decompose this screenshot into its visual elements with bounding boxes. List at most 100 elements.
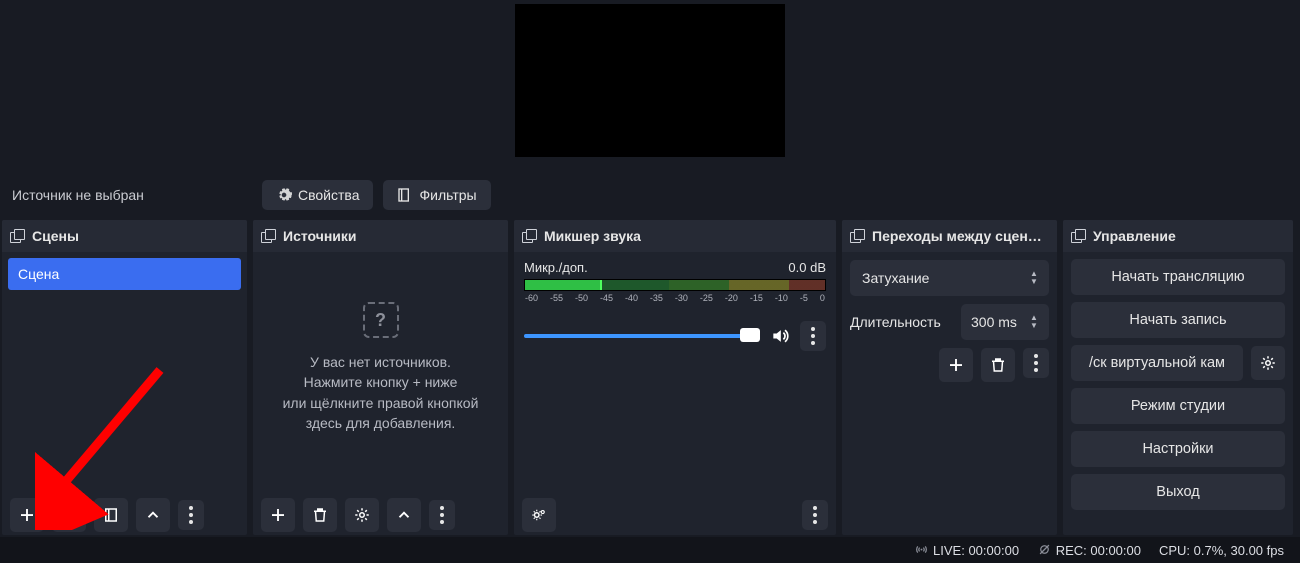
updown-icon: ▲▼ bbox=[1025, 270, 1043, 286]
empty-line: здесь для добавления. bbox=[271, 413, 490, 433]
preview-canvas[interactable] bbox=[515, 4, 785, 157]
record-status: REC: 00:00:00 bbox=[1037, 542, 1141, 558]
exit-button[interactable]: Выход bbox=[1071, 474, 1285, 510]
scenes-panel: Сцены Сцена bbox=[2, 220, 247, 535]
virtual-cam-settings-button[interactable] bbox=[1251, 346, 1285, 380]
mixer-panel: Микшер звука Микр./доп. 0.0 dB -60-55-50… bbox=[514, 220, 836, 535]
source-status-label: Источник не выбран bbox=[12, 187, 252, 203]
scenes-menu-button[interactable] bbox=[178, 500, 204, 530]
rec-time: 00:00:00 bbox=[1090, 543, 1141, 558]
empty-line: Нажмите кнопку + ниже bbox=[271, 372, 490, 392]
chevron-up-icon bbox=[144, 506, 162, 524]
gear-icon bbox=[276, 187, 292, 203]
gear-icon bbox=[1259, 354, 1277, 372]
mixer-channel: Микр./доп. 0.0 dB -60-55-50-45-40-35-30-… bbox=[514, 252, 836, 351]
scene-up-button[interactable] bbox=[136, 498, 170, 532]
duration-input[interactable]: 300 ms ▲▼ bbox=[961, 304, 1049, 340]
sources-header[interactable]: Источники bbox=[253, 220, 508, 252]
transitions-menu-button[interactable] bbox=[1023, 348, 1049, 378]
mixer-title: Микшер звука bbox=[544, 228, 641, 244]
start-stream-button[interactable]: Начать трансляцию bbox=[1071, 259, 1285, 295]
source-properties-button[interactable] bbox=[345, 498, 379, 532]
transitions-title: Переходы между сцена… bbox=[872, 228, 1049, 244]
channel-menu-button[interactable] bbox=[800, 321, 826, 351]
scenes-title: Сцены bbox=[32, 228, 79, 244]
virtual-cam-button[interactable]: /ск виртуальной кам bbox=[1071, 345, 1243, 381]
add-transition-button[interactable] bbox=[939, 348, 973, 382]
chevron-up-icon bbox=[395, 506, 413, 524]
sources-menu-button[interactable] bbox=[429, 500, 455, 530]
live-label: LIVE: bbox=[933, 543, 965, 558]
sources-empty-state: ? У вас нет источников. Нажмите кнопку +… bbox=[253, 302, 508, 433]
meter-ticks: -60-55-50-45-40-35-30-25-20-15-10-50 bbox=[524, 293, 826, 305]
volume-meter bbox=[524, 279, 826, 291]
remove-source-button[interactable] bbox=[303, 498, 337, 532]
filters-icon bbox=[397, 187, 413, 203]
dock-icon bbox=[850, 229, 864, 243]
add-scene-button[interactable] bbox=[10, 498, 44, 532]
dock-icon bbox=[261, 229, 275, 243]
rec-label: REC: bbox=[1056, 543, 1087, 558]
settings-button[interactable]: Настройки bbox=[1071, 431, 1285, 467]
dock-icon bbox=[522, 229, 536, 243]
updown-icon: ▲▼ bbox=[1025, 314, 1043, 330]
slider-thumb[interactable] bbox=[740, 328, 760, 342]
empty-line: или щёлкните правой кнопкой bbox=[271, 393, 490, 413]
plus-icon bbox=[947, 356, 965, 374]
remove-scene-button[interactable] bbox=[52, 498, 86, 532]
trash-icon bbox=[989, 356, 1007, 374]
trash-icon bbox=[60, 506, 78, 524]
transition-select[interactable]: Затухание ▲▼ bbox=[850, 260, 1049, 296]
duration-value: 300 ms bbox=[971, 314, 1017, 330]
mixer-header[interactable]: Микшер звука bbox=[514, 220, 836, 252]
trash-icon bbox=[311, 506, 329, 524]
volume-slider[interactable] bbox=[524, 334, 760, 338]
gear-icon bbox=[353, 506, 371, 524]
live-time: 00:00:00 bbox=[968, 543, 1019, 558]
question-icon: ? bbox=[363, 302, 399, 338]
channel-db: 0.0 dB bbox=[788, 260, 826, 275]
controls-title: Управление bbox=[1093, 228, 1176, 244]
dock-icon bbox=[1071, 229, 1085, 243]
scenes-header[interactable]: Сцены bbox=[2, 220, 247, 252]
scenes-footer bbox=[2, 495, 247, 535]
filters-label: Фильтры bbox=[419, 187, 476, 203]
stream-status: LIVE: 00:00:00 bbox=[914, 542, 1019, 558]
transitions-header[interactable]: Переходы между сцена… bbox=[842, 220, 1057, 252]
mixer-settings-button[interactable] bbox=[522, 498, 556, 532]
mixer-menu-button[interactable] bbox=[802, 500, 828, 530]
sources-panel: Источники ? У вас нет источников. Нажмит… bbox=[253, 220, 508, 535]
studio-mode-button[interactable]: Режим студии bbox=[1071, 388, 1285, 424]
scene-filter-button[interactable] bbox=[94, 498, 128, 532]
panels-row: Сцены Сцена Источники bbox=[0, 220, 1300, 535]
status-bar: LIVE: 00:00:00 REC: 00:00:00 CPU: 0.7%, … bbox=[0, 537, 1300, 563]
transitions-panel: Переходы между сцена… Затухание ▲▼ Длите… bbox=[842, 220, 1057, 535]
dock-icon bbox=[10, 229, 24, 243]
properties-button[interactable]: Свойства bbox=[262, 180, 373, 210]
cpu-status: CPU: 0.7%, 30.00 fps bbox=[1159, 543, 1284, 558]
plus-icon bbox=[18, 506, 36, 524]
source-toolbar: Источник не выбран Свойства Фильтры bbox=[0, 170, 1300, 220]
properties-label: Свойства bbox=[298, 187, 359, 203]
channel-name: Микр./доп. bbox=[524, 260, 588, 275]
remove-transition-button[interactable] bbox=[981, 348, 1015, 382]
gear-advanced-icon bbox=[530, 506, 548, 524]
broadcast-icon bbox=[914, 542, 929, 557]
empty-line: У вас нет источников. bbox=[271, 352, 490, 372]
speaker-icon[interactable] bbox=[770, 326, 790, 346]
sources-body[interactable]: ? У вас нет источников. Нажмите кнопку +… bbox=[253, 252, 508, 495]
source-up-button[interactable] bbox=[387, 498, 421, 532]
filters-button[interactable]: Фильтры bbox=[383, 180, 490, 210]
add-source-button[interactable] bbox=[261, 498, 295, 532]
record-disabled-icon bbox=[1037, 542, 1052, 557]
mixer-footer bbox=[514, 495, 836, 535]
start-record-button[interactable]: Начать запись bbox=[1071, 302, 1285, 338]
sources-footer bbox=[253, 495, 508, 535]
transition-selected: Затухание bbox=[862, 270, 929, 286]
controls-header[interactable]: Управление bbox=[1063, 220, 1293, 252]
scene-item[interactable]: Сцена bbox=[8, 258, 241, 290]
panel-icon bbox=[102, 506, 120, 524]
preview-area bbox=[0, 0, 1300, 170]
controls-panel: Управление Начать трансляцию Начать запи… bbox=[1063, 220, 1293, 535]
sources-title: Источники bbox=[283, 228, 357, 244]
